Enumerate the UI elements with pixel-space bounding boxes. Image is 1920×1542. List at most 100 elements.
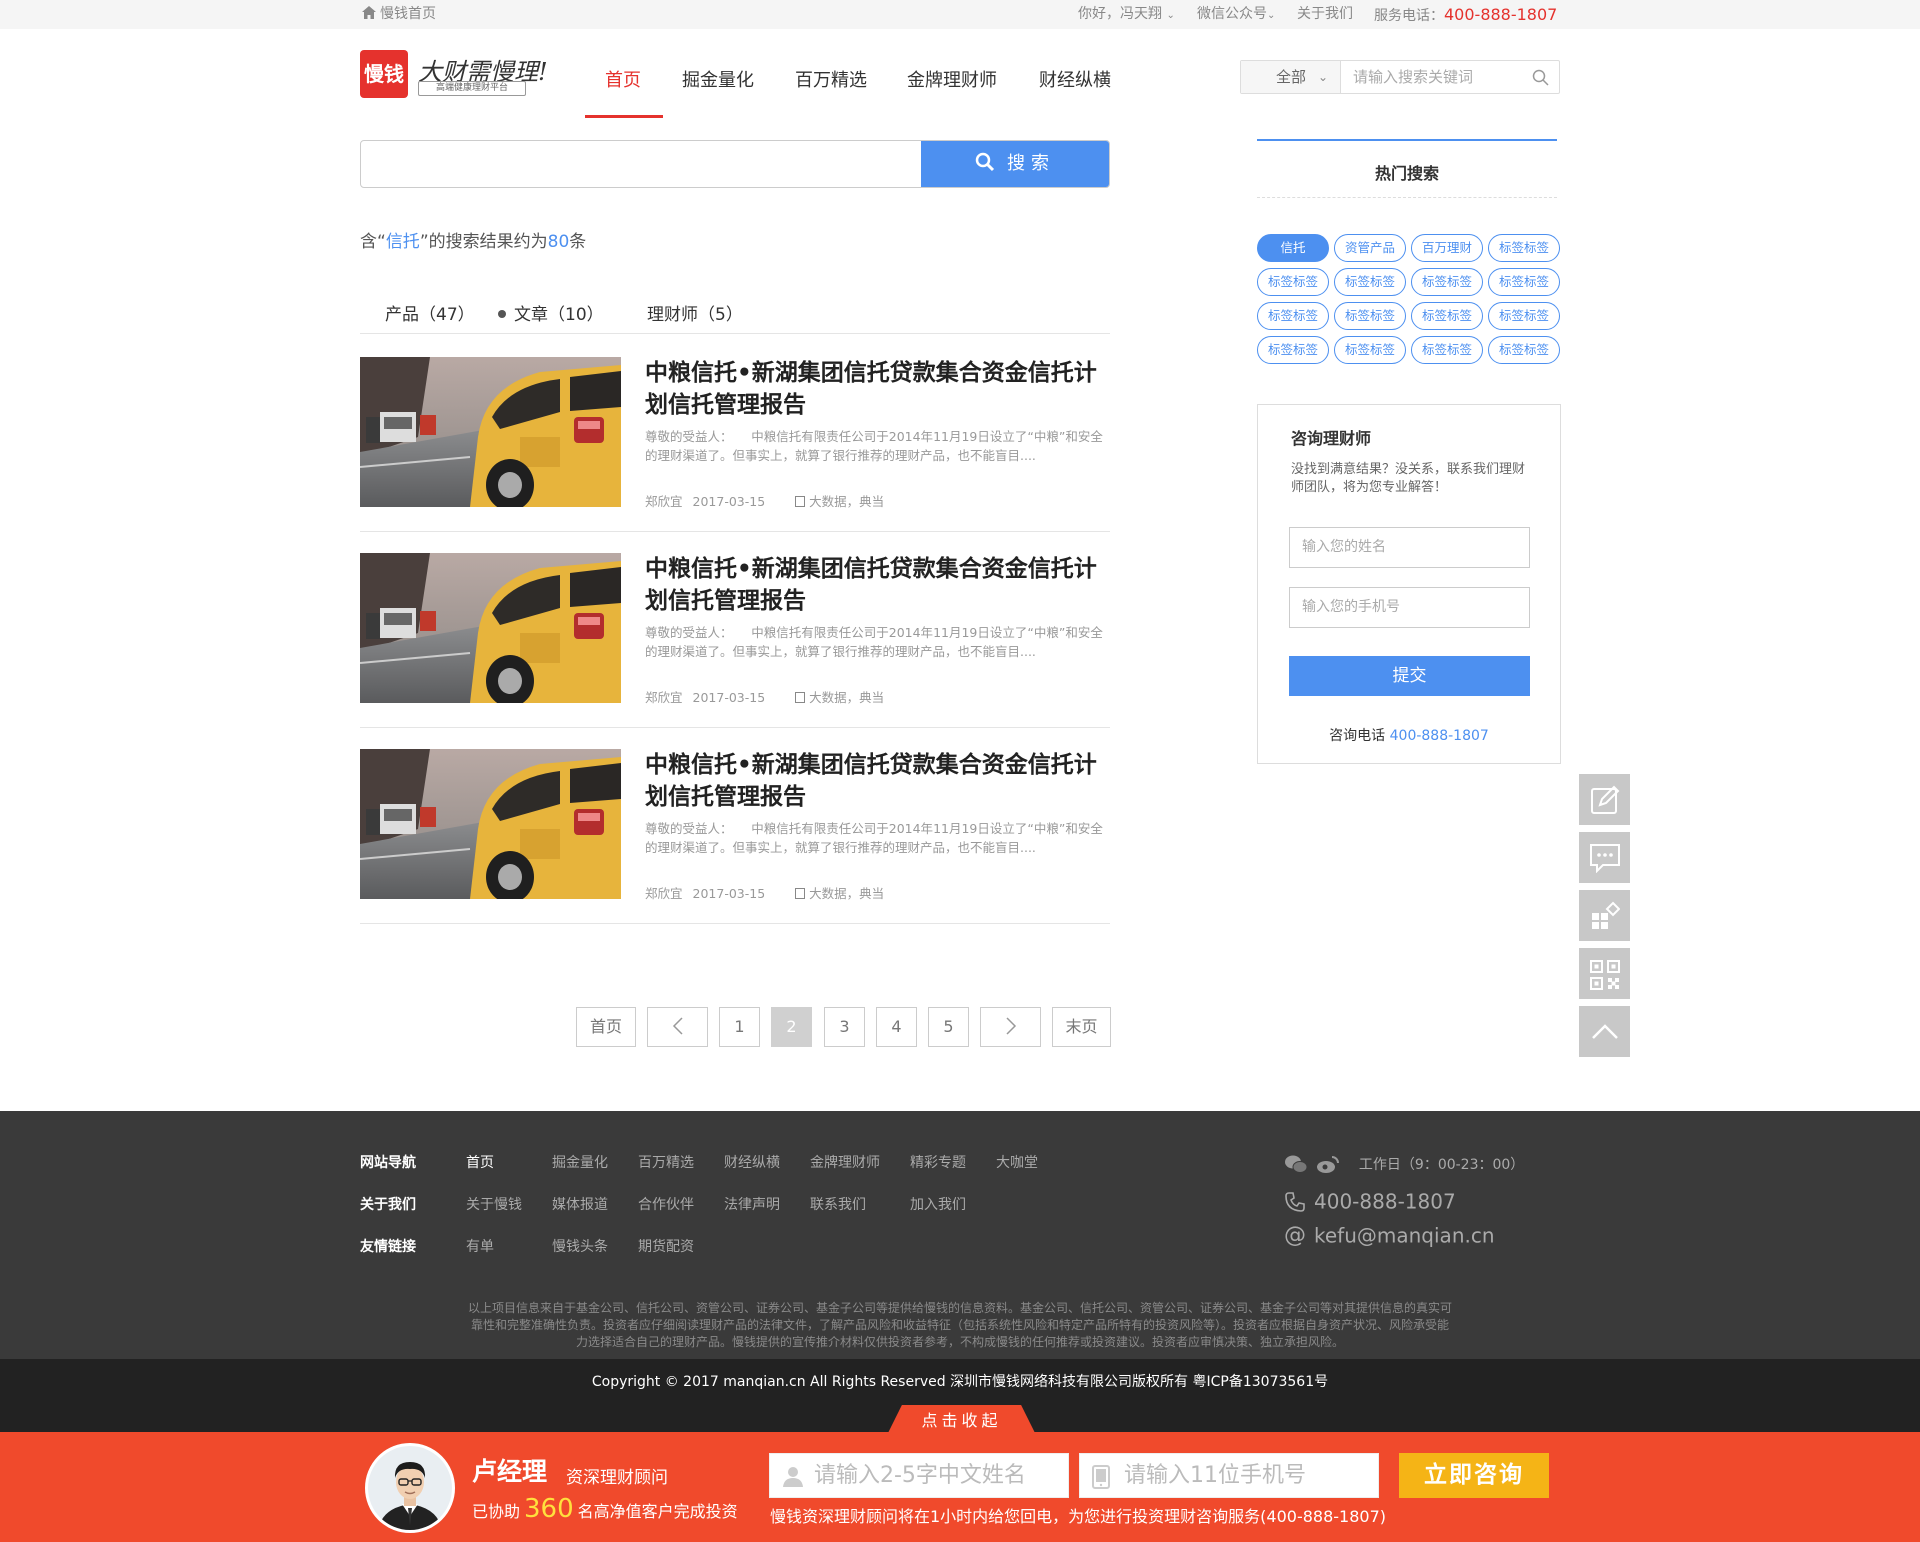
- float-edit-button[interactable]: [1579, 774, 1630, 825]
- nav-advisor[interactable]: 金牌理财师: [907, 66, 997, 92]
- article-image[interactable]: [360, 749, 621, 899]
- footer-link[interactable]: 联系我们: [810, 1194, 866, 1214]
- consult-phone-input[interactable]: 输入您的手机号: [1289, 587, 1530, 628]
- article-title[interactable]: 中粮信托•新湖集团信托贷款集合资金信托计划信托管理报告: [645, 553, 1110, 617]
- page-first[interactable]: 首页: [576, 1007, 636, 1047]
- page-2[interactable]: 2: [771, 1007, 812, 1047]
- search-icon: [975, 152, 995, 172]
- hot-tag[interactable]: 标签标签: [1257, 336, 1329, 364]
- float-top-button[interactable]: [1579, 1006, 1630, 1057]
- tab-advisors[interactable]: 理财师（5）: [647, 300, 743, 325]
- hot-tag[interactable]: 信托: [1257, 234, 1329, 262]
- tab-articles[interactable]: 文章（10）: [498, 300, 604, 325]
- hot-search-divider: [1257, 197, 1557, 198]
- nav-quant[interactable]: 掘金量化: [682, 66, 754, 92]
- result-summary: 含“信托”的搜索结果约为80条: [360, 227, 586, 252]
- hot-tag[interactable]: 标签标签: [1411, 268, 1483, 296]
- page-next[interactable]: [980, 1007, 1041, 1047]
- wechat-icon[interactable]: [1284, 1154, 1308, 1174]
- user-greeting[interactable]: 你好，冯天翔 ⌄: [1078, 0, 1175, 30]
- footer-link[interactable]: 大咖堂: [996, 1152, 1038, 1172]
- collapse-button[interactable]: 点击收起: [887, 1405, 1036, 1435]
- hot-tag[interactable]: 标签标签: [1488, 336, 1560, 364]
- page-last[interactable]: 末页: [1052, 1007, 1111, 1047]
- helped-count: 360: [524, 1494, 574, 1524]
- footer-link[interactable]: 合作伙伴: [638, 1194, 694, 1214]
- footer-link[interactable]: 关于慢钱: [466, 1194, 522, 1214]
- article-author: 郑欣宜: [645, 886, 683, 901]
- hot-tag[interactable]: 标签标签: [1334, 268, 1406, 296]
- consult-now-button[interactable]: 立即咨询: [1399, 1453, 1549, 1498]
- home-link[interactable]: 慢钱首页: [362, 0, 436, 29]
- consult-title: 咨询理财师: [1291, 429, 1372, 448]
- footer-link[interactable]: 精彩专题: [910, 1152, 966, 1172]
- tab-products[interactable]: 产品（47）: [385, 300, 475, 325]
- footer-email: @ kefu@manqian.cn: [1284, 1222, 1495, 1248]
- footer-link[interactable]: 首页: [466, 1152, 494, 1172]
- hot-tag[interactable]: 标签标签: [1488, 268, 1560, 296]
- footer-row-label: 友情链接: [360, 1239, 416, 1255]
- hot-tag[interactable]: 百万理财: [1411, 234, 1483, 262]
- hot-tag[interactable]: 标签标签: [1488, 234, 1560, 262]
- footer-link[interactable]: 百万精选: [638, 1152, 694, 1172]
- footer-email-address[interactable]: kefu@manqian.cn: [1314, 1224, 1495, 1248]
- consult-name-input[interactable]: 输入您的姓名: [1289, 527, 1530, 568]
- bottom-name-input[interactable]: 请输入2-5字中文姓名: [769, 1453, 1069, 1498]
- hot-tag[interactable]: 标签标签: [1257, 302, 1329, 330]
- page-1[interactable]: 1: [719, 1007, 760, 1047]
- chevron-down-icon: ⌄: [1317, 70, 1328, 84]
- phone-icon: [1285, 1191, 1305, 1212]
- service-label: 服务电话：: [1374, 8, 1444, 24]
- search-icon[interactable]: [1532, 69, 1549, 86]
- at-icon: @: [1284, 1223, 1306, 1248]
- footer-link[interactable]: 掘金量化: [552, 1152, 608, 1172]
- manager-stats: 已协助 360 名高净值客户完成投资: [472, 1494, 738, 1524]
- float-chat-button[interactable]: [1579, 832, 1630, 883]
- hot-tag[interactable]: 标签标签: [1334, 336, 1406, 364]
- wechat-link[interactable]: 微信公众号⌄: [1197, 0, 1275, 30]
- header-search-input[interactable]: 请输入搜索关键词: [1353, 61, 1473, 93]
- float-apps-button[interactable]: [1579, 890, 1630, 941]
- page-4[interactable]: 4: [876, 1007, 917, 1047]
- hot-search-topline: [1257, 139, 1557, 141]
- logo[interactable]: 慢钱: [360, 50, 408, 98]
- article-title[interactable]: 中粮信托•新湖集团信托贷款集合资金信托计划信托管理报告: [645, 749, 1110, 813]
- hot-tag[interactable]: 标签标签: [1334, 302, 1406, 330]
- footer-link[interactable]: 有单: [466, 1236, 494, 1256]
- article-tags: 大数据，典当: [809, 886, 885, 901]
- page-prev[interactable]: [647, 1007, 708, 1047]
- hot-tag[interactable]: 标签标签: [1411, 336, 1483, 364]
- service-phone: 服务电话：400-888-1807: [1374, 0, 1557, 31]
- about-link[interactable]: 关于我们: [1297, 0, 1353, 29]
- weibo-icon[interactable]: [1316, 1154, 1340, 1174]
- page-3[interactable]: 3: [824, 1007, 865, 1047]
- consult-submit-button[interactable]: 提交: [1289, 656, 1530, 696]
- article-item[interactable]: 中粮信托•新湖集团信托贷款集合资金信托计划信托管理报告 尊敬的受益人： 中粮信托有…: [360, 553, 1110, 749]
- main-search-input[interactable]: [361, 141, 921, 187]
- bottom-phone-input[interactable]: 请输入11位手机号: [1079, 1453, 1379, 1498]
- nav-home[interactable]: 首页: [605, 66, 641, 92]
- article-image[interactable]: [360, 357, 621, 507]
- footer-link[interactable]: 加入我们: [910, 1194, 966, 1214]
- footer-link[interactable]: 期货配资: [638, 1236, 694, 1256]
- footer-link[interactable]: 媒体报道: [552, 1194, 608, 1214]
- footer-link[interactable]: 财经纵横: [724, 1152, 780, 1172]
- footer-link[interactable]: 法律声明: [724, 1194, 780, 1214]
- main-search-button[interactable]: 搜索: [921, 141, 1109, 187]
- consult-phone-label: 咨询电话: [1329, 728, 1386, 744]
- article-item[interactable]: 中粮信托•新湖集团信托贷款集合资金信托计划信托管理报告 尊敬的受益人： 中粮信托有…: [360, 357, 1110, 553]
- float-qrcode-button[interactable]: [1579, 948, 1630, 999]
- article-image[interactable]: [360, 553, 621, 703]
- page-5[interactable]: 5: [928, 1007, 969, 1047]
- nav-million[interactable]: 百万精选: [795, 66, 867, 92]
- nav-finance[interactable]: 财经纵横: [1039, 66, 1111, 92]
- search-scope-select[interactable]: 全部 ⌄: [1241, 61, 1341, 93]
- article-item[interactable]: 中粮信托•新湖集团信托贷款集合资金信托计划信托管理报告 尊敬的受益人： 中粮信托有…: [360, 749, 1110, 945]
- hot-tag[interactable]: 标签标签: [1411, 302, 1483, 330]
- hot-tag[interactable]: 标签标签: [1257, 268, 1329, 296]
- article-title[interactable]: 中粮信托•新湖集团信托贷款集合资金信托计划信托管理报告: [645, 357, 1110, 421]
- footer-link[interactable]: 金牌理财师: [810, 1152, 880, 1172]
- hot-tag[interactable]: 标签标签: [1488, 302, 1560, 330]
- hot-tag[interactable]: 资管产品: [1334, 234, 1406, 262]
- footer-link[interactable]: 慢钱头条: [552, 1236, 608, 1256]
